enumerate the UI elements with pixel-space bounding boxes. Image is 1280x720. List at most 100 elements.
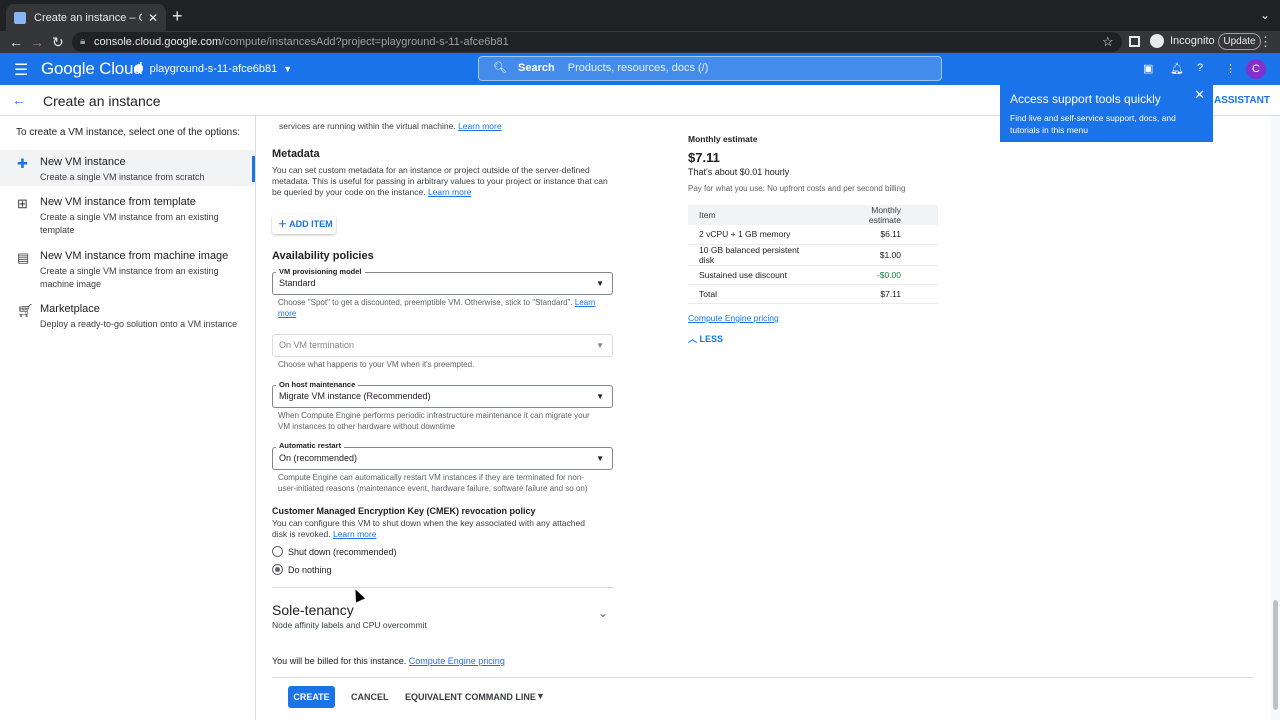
radio-unchecked-icon (272, 546, 283, 557)
learn-more-link[interactable]: Learn more (458, 121, 501, 131)
cmek-desc: You can configure this VM to shut down w… (272, 518, 602, 540)
search-label: Search (518, 62, 555, 74)
dropdown-arrow-icon: ▼ (596, 341, 604, 350)
option-title: New VM instance (40, 156, 126, 168)
expand-chevron-icon[interactable]: ⌄ (598, 606, 608, 620)
url-field[interactable]: 🔒︎ console.cloud.google.com/compute/inst… (72, 32, 1122, 52)
row-item: 2 vCPU + 1 GB memory (688, 225, 827, 245)
provisioning-help: Choose "Spot" to get a discounted, preem… (278, 297, 596, 319)
template-icon: ⊞ (17, 196, 28, 211)
option-title: New VM instance from machine image (40, 250, 229, 262)
equivalent-command-line-button[interactable]: EQUIVALENT COMMAND LINE (405, 692, 536, 702)
gcp-favicon-icon (14, 11, 26, 24)
incognito-label: Incognito (1170, 35, 1215, 47)
option-new-vm-instance[interactable]: ✚ New VM instance Create a single VM ins… (0, 150, 255, 186)
update-button[interactable]: Update (1218, 33, 1261, 50)
project-selector[interactable]: ⬢ playground-s-11-afce6b81 ▼ (134, 62, 293, 76)
table-row: Sustained use discount -$0.00 (688, 265, 938, 285)
row-cost: $1.00 (826, 244, 938, 266)
row-item: 10 GB balanced persistent disk (688, 244, 827, 266)
options-intro: To create a VM instance, select one of t… (16, 127, 241, 138)
radio-do-nothing-label: Do nothing (288, 564, 332, 575)
side-panel-icon[interactable] (1129, 36, 1140, 47)
termination-help: Choose what happens to your VM when it's… (278, 360, 475, 369)
more-options-icon[interactable]: ⋮ (1225, 62, 1236, 75)
radio-shut-down-label: Shut down (recommended) (288, 546, 397, 557)
tab-title: Create an instance – Compute (34, 11, 142, 24)
bookmark-star-icon[interactable]: ☆ (1102, 34, 1114, 50)
cmek-desc-text: You can configure this VM to shut down w… (272, 518, 585, 539)
chevron-up-icon: ︿ (688, 334, 700, 344)
add-item-button[interactable]: ＋ ADD ITEM (272, 215, 336, 234)
automatic-restart-select[interactable]: On (recommended) ▼ (272, 447, 613, 470)
billing-note: You will be billed for this instance. Co… (272, 656, 505, 666)
reload-icon[interactable]: ↻ (52, 33, 64, 51)
estimate-heading: Monthly estimate (688, 134, 758, 144)
avatar[interactable]: C (1246, 59, 1266, 79)
assistant-button[interactable]: ASSISTANT (1214, 95, 1270, 106)
close-icon[interactable]: ✕ (1194, 87, 1205, 103)
radio-do-nothing[interactable]: Do nothing (272, 564, 332, 575)
mouse-cursor-icon (350, 587, 366, 603)
option-title: New VM instance from template (40, 196, 196, 208)
project-hex-icon: ⬢ (134, 63, 144, 75)
table-row: 10 GB balanced persistent disk $1.00 (688, 244, 938, 266)
tooltip-desc: Find live and self-service support, docs… (1010, 113, 1176, 135)
notifications-bell-icon[interactable]: 🔔︎ (1170, 62, 1184, 75)
option-from-template[interactable]: ⊞ New VM instance from template Create a… (0, 190, 255, 238)
provisioning-label: VM provisioning model (276, 267, 365, 276)
vm-termination-select[interactable]: On VM termination ▼ (272, 334, 613, 357)
estimate-price: $7.11 (688, 150, 720, 165)
option-desc: Create a single VM instance from scratch (40, 172, 205, 182)
learn-more-link[interactable]: Learn more (333, 529, 376, 539)
estimate-pay-note: Pay for what you use: No upfront costs a… (688, 184, 906, 193)
sole-tenancy-title[interactable]: Sole-tenancy (272, 602, 354, 618)
column-header-estimate: Monthly estimate (826, 205, 938, 225)
column-header-item: Item (688, 205, 827, 225)
scrollbar-thumb[interactable] (1273, 600, 1278, 710)
metadata-title: Metadata (272, 148, 320, 160)
incognito-indicator[interactable]: Incognito (1150, 34, 1215, 48)
browser-menu-icon[interactable]: ⋮ (1259, 34, 1272, 50)
radio-shut-down[interactable]: Shut down (recommended) (272, 546, 397, 557)
close-tab-icon[interactable]: ✕ (148, 11, 158, 25)
browser-tab[interactable]: Create an instance – Compute ✕ (6, 4, 166, 31)
option-from-machine-image[interactable]: ▤ New VM instance from machine image Cre… (0, 244, 255, 292)
machine-image-icon: ▤ (17, 250, 30, 265)
help-icon[interactable]: ? (1197, 62, 1203, 74)
availability-title: Availability policies (272, 250, 374, 262)
table-row: 2 vCPU + 1 GB memory $6.11 (688, 225, 938, 245)
caret-down-icon: ▼ (283, 63, 293, 74)
address-bar-row: ← → ↻ 🔒︎ console.cloud.google.com/comput… (0, 31, 1280, 53)
hamburger-menu-icon[interactable]: ☰ (14, 60, 28, 80)
more-dropdown-icon[interactable]: ▼ (536, 691, 545, 701)
add-item-label: ADD ITEM (289, 219, 333, 229)
provisioning-value: Standard (279, 278, 316, 288)
url-host: console.cloud.google.com (94, 36, 222, 48)
cost-table: Item Monthly estimate 2 vCPU + 1 GB memo… (688, 205, 938, 304)
create-button[interactable]: CREATE (288, 686, 335, 708)
forward-arrow-icon[interactable]: → (30, 33, 44, 51)
less-toggle[interactable]: ︿ LESS (688, 332, 723, 345)
lock-icon: 🔒︎ (80, 36, 86, 47)
learn-more-link[interactable]: Learn more (428, 187, 471, 197)
cart-icon: 🛒︎ (17, 303, 34, 318)
back-arrow-icon[interactable]: ← (12, 92, 26, 108)
cloud-shell-icon[interactable]: ▣ (1143, 62, 1153, 75)
tab-search-chevron-icon[interactable]: ⌄ (1260, 8, 1270, 22)
new-tab-icon[interactable]: + (172, 6, 183, 26)
table-header-row: Item Monthly estimate (688, 205, 938, 225)
back-arrow-icon[interactable]: ← (9, 33, 23, 51)
cancel-button[interactable]: CANCEL (351, 692, 389, 702)
dropdown-arrow-icon: ▼ (596, 392, 604, 401)
pricing-link[interactable]: Compute Engine pricing (409, 656, 505, 666)
compute-engine-pricing-link[interactable]: Compute Engine pricing (688, 313, 779, 323)
plus-icon: ＋ (278, 219, 290, 229)
host-maintenance-help: When Compute Engine performs periodic in… (278, 411, 590, 431)
search-input[interactable]: 🔍︎ Search Products, resources, docs (/) (478, 56, 942, 81)
google-cloud-logo[interactable]: Google Cloud (41, 59, 143, 79)
section-divider (272, 587, 614, 588)
browser-tab-strip: Create an instance – Compute ✕ + ⌄ (0, 0, 1280, 31)
dropdown-arrow-icon: ▼ (596, 279, 604, 288)
option-marketplace[interactable]: 🛒︎ Marketplace Deploy a ready-to-go solu… (0, 297, 255, 333)
